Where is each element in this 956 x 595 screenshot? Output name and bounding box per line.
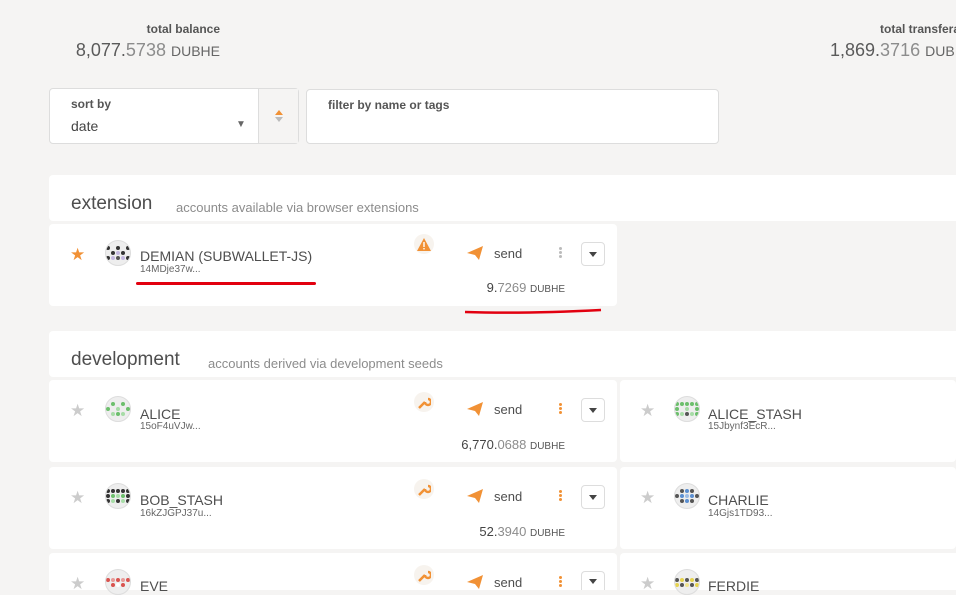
account-name: ALICE_STASH [708,406,802,422]
section-extension-header: extension accounts available via browser… [49,175,956,221]
account-card-ferdie: ★ FERDIE [620,553,956,595]
account-name: BOB_STASH [140,492,223,508]
more-menu-icon[interactable] [558,489,562,502]
account-card-eve: ★ EVE send [49,553,617,595]
account-address[interactable]: 16kZJGPJ37u... [140,508,212,519]
more-menu-icon[interactable] [558,246,562,259]
total-transferable: total transfera 1,869.3716 DUB [820,22,956,61]
favorite-star-icon[interactable]: ★ [640,575,655,592]
sort-dropdown[interactable]: sort by date ▼ [49,88,299,144]
chevron-down-icon[interactable]: ▼ [236,119,246,130]
sort-desc-icon [274,117,283,122]
section-subtitle: accounts derived via development seeds [208,356,443,371]
account-name: DEMIAN (SUBWALLET-JS) [140,248,313,264]
favorite-star-icon[interactable]: ★ [70,246,85,263]
account-name: EVE [140,578,169,594]
favorite-star-icon[interactable]: ★ [640,402,655,419]
expand-button[interactable] [581,571,605,590]
chevron-down-icon [589,407,597,413]
more-menu-icon[interactable] [558,402,562,415]
account-balance: 52.3940 DUBHE [479,524,565,539]
account-card-bob-stash: ★ BOB_STASH 16kZJGPJ37u... send 52.3940 … [49,467,617,549]
expand-button[interactable] [581,398,605,422]
expand-button[interactable] [581,485,605,509]
favorite-star-icon[interactable]: ★ [70,575,85,592]
identicon-avatar[interactable] [105,569,131,595]
favorite-star-icon[interactable]: ★ [640,489,655,506]
filter-field[interactable]: filter by name or tags [306,89,719,144]
annotation-underline-name [136,282,316,285]
account-card-demian: ★ DEMIAN (SUBWALLET-JS) 14MDje37w... sen… [49,224,617,306]
account-name: FERDIE [708,578,760,594]
favorite-star-icon[interactable]: ★ [70,402,85,419]
send-button[interactable]: send [494,402,522,417]
account-card-alice-stash: ★ ALICE_STASH 15Jbynf3EcR... [620,380,956,462]
total-transferable-value: 1,869.3716 DUB [830,40,955,60]
account-card-charlie: ★ CHARLIE 14Gjs1TD93... [620,467,956,549]
send-icon[interactable] [467,575,483,589]
sort-asc-icon [274,110,283,115]
total-transferable-label: total transfera [880,22,956,36]
chevron-down-icon [589,251,597,257]
identicon-avatar[interactable] [674,396,700,422]
chevron-down-icon [589,578,597,584]
account-card-alice: ★ ALICE 15oF4uVJw... send 6,770.0688 DUB… [49,380,617,462]
chevron-down-icon [589,494,597,500]
account-name: ALICE [140,406,181,422]
sort-direction-toggle[interactable] [258,89,298,143]
sort-value[interactable]: date [71,118,98,134]
identicon-avatar[interactable] [674,569,700,595]
section-development-header: development accounts derived via develop… [49,331,956,377]
wrench-icon [414,392,434,412]
send-button[interactable]: send [494,246,522,261]
favorite-star-icon[interactable]: ★ [70,489,85,506]
wrench-icon [414,479,434,499]
send-icon[interactable] [467,246,483,260]
filter-input[interactable] [328,116,698,138]
total-balance: total balance 8,077.5738 DUBHE [60,22,220,61]
more-menu-icon[interactable] [558,575,562,588]
send-button[interactable]: send [494,575,522,590]
send-icon[interactable] [467,402,483,416]
account-name: CHARLIE [708,492,769,508]
annotation-underline-balance [464,308,602,314]
total-balance-label: total balance [146,22,220,36]
identicon-avatar[interactable] [105,240,131,266]
total-balance-value: 8,077.5738 DUBHE [75,40,220,60]
identicon-avatar[interactable] [105,483,131,509]
sort-label: sort by [71,97,112,111]
identicon-avatar[interactable] [674,483,700,509]
wrench-icon [414,565,434,585]
filter-label: filter by name or tags [328,98,450,112]
expand-button[interactable] [581,242,605,266]
account-address[interactable]: 14Gjs1TD93... [708,508,772,519]
account-balance: 9.7269 DUBHE [486,280,565,295]
account-address[interactable]: 15Jbynf3EcR... [708,421,776,432]
identicon-avatar[interactable] [105,396,131,422]
account-address[interactable]: 15oF4uVJw... [140,421,201,432]
section-title: development [71,349,180,370]
section-subtitle: accounts available via browser extension… [176,200,419,215]
send-icon[interactable] [467,489,483,503]
account-balance: 6,770.0688 DUBHE [461,437,565,452]
send-button[interactable]: send [494,489,522,504]
section-title: extension [71,193,153,214]
account-address[interactable]: 14MDje37w... [140,264,201,275]
warning-icon [414,234,434,254]
